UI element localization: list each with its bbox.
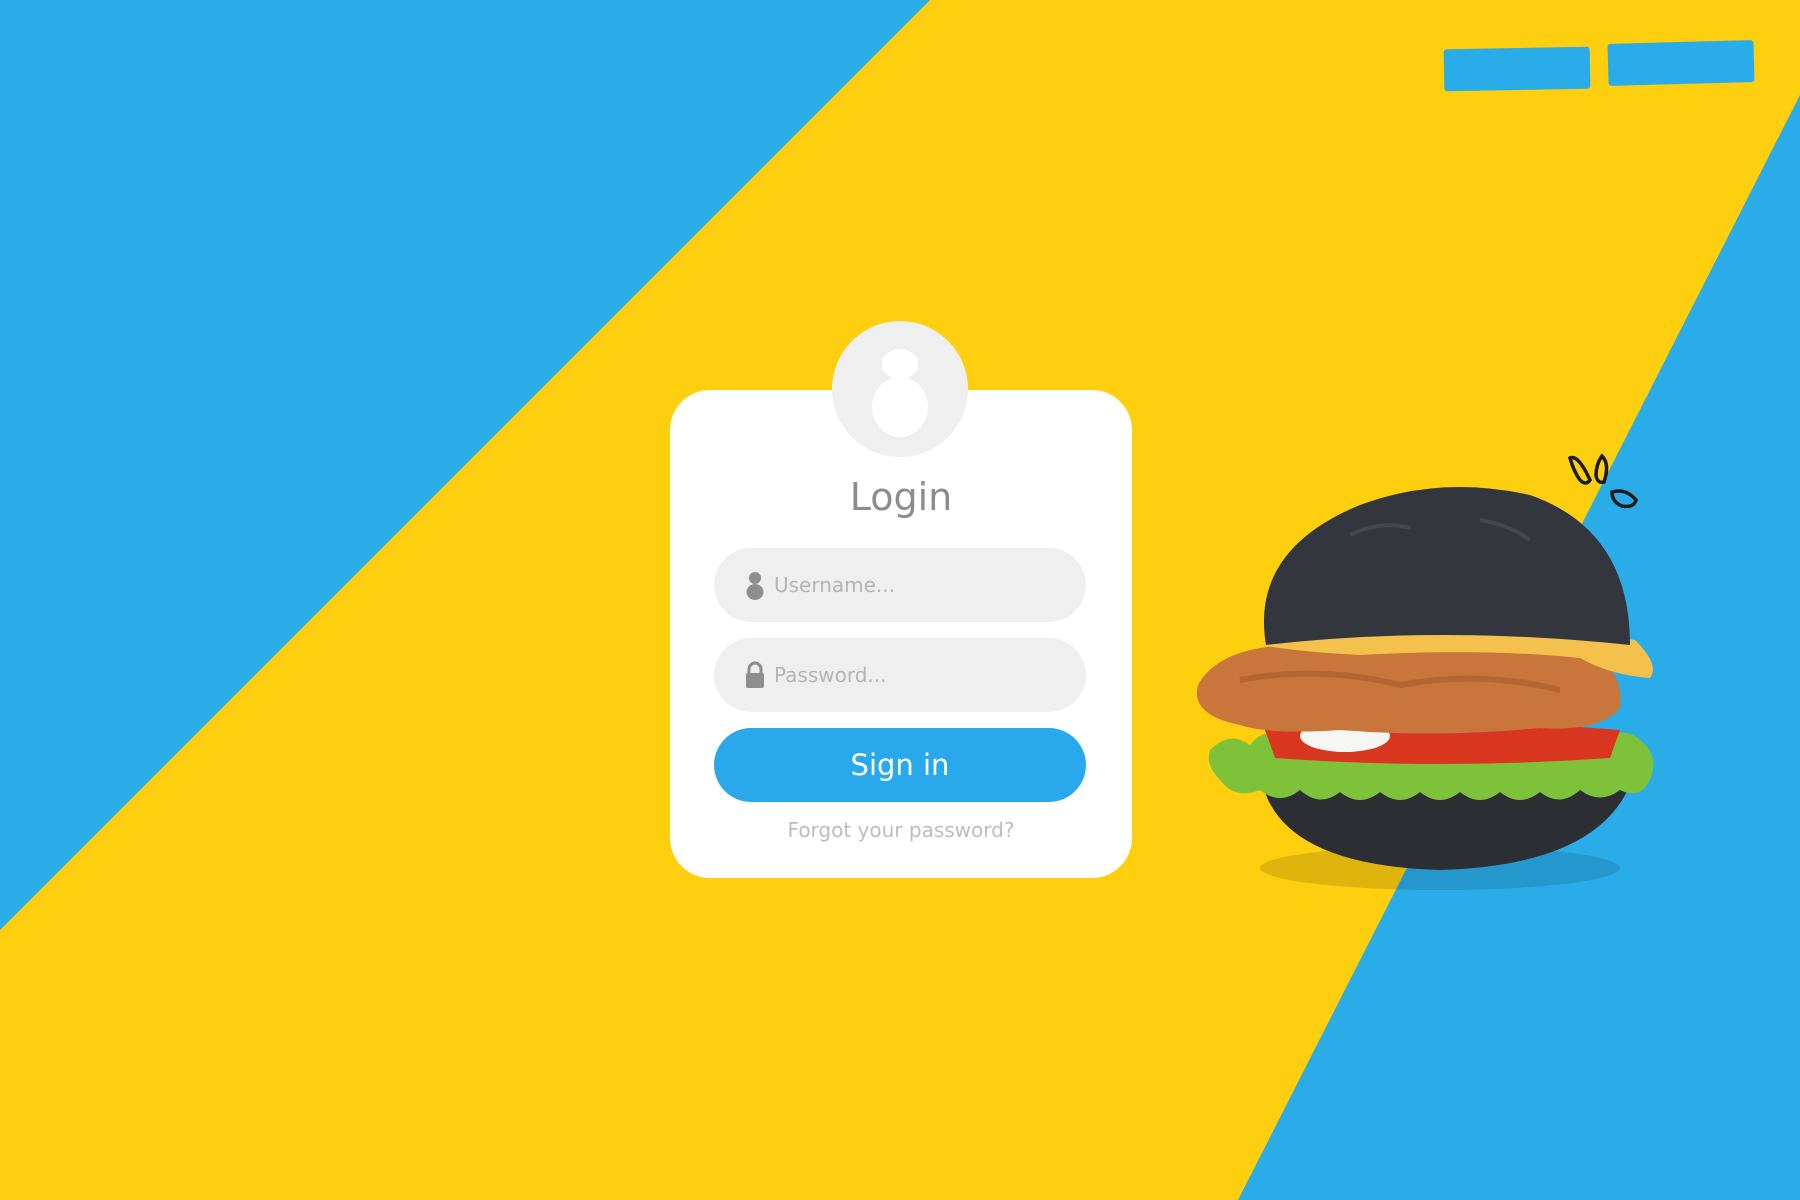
user-icon — [746, 572, 764, 600]
password-input[interactable] — [774, 638, 1064, 712]
forgot-password-link[interactable]: Forgot your password? — [670, 818, 1132, 842]
login-title: Login — [849, 475, 953, 519]
lock-icon — [746, 661, 764, 688]
username-input[interactable] — [774, 548, 1064, 622]
login-screen: Login Sign in Forgot your password? — [0, 0, 1800, 1200]
decorative-bar — [1443, 46, 1591, 92]
login-card — [670, 390, 1132, 878]
password-field[interactable] — [714, 638, 1086, 712]
sign-in-button[interactable]: Sign in — [714, 728, 1086, 802]
user-avatar-icon — [832, 321, 968, 457]
username-field[interactable] — [714, 548, 1086, 622]
burger-image — [1196, 487, 1654, 890]
decorative-bar — [1607, 40, 1755, 86]
splash-doodle — [1567, 453, 1638, 509]
